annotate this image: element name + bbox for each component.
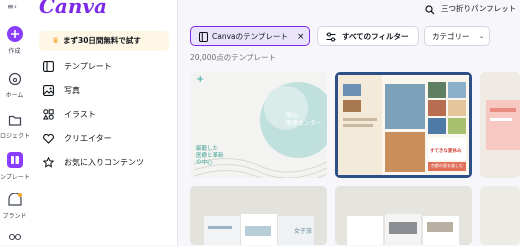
filter-icon <box>326 32 336 42</box>
rail-item-brand[interactable]: ブランド <box>0 192 29 220</box>
category-label: カテゴリー <box>432 32 470 41</box>
nav-item-creators[interactable]: クリエイター <box>39 130 169 148</box>
free-trial-button[interactable]: ♛ まず30日間無料で試す <box>39 31 169 51</box>
template-card-6[interactable] <box>480 186 520 245</box>
apps-icon <box>0 232 29 244</box>
creator-icon <box>43 133 54 144</box>
rail-label-home: ホーム <box>5 92 24 99</box>
canva-templates-chip-label: Canvaのテンプレート <box>212 32 288 41</box>
crown-icon: ♛ <box>52 36 60 45</box>
template-icon <box>0 152 29 170</box>
rail-label-brand: ブランド <box>2 213 27 220</box>
all-filters-button[interactable]: すべてのフィルター <box>317 26 419 46</box>
elements-icon <box>43 109 54 120</box>
rail-item-create[interactable]: 作成 <box>0 26 29 55</box>
nav-item-favorites[interactable]: お気に入りコンテンツ <box>39 154 169 172</box>
nav-label-templates: テンプレート <box>64 62 112 71</box>
rail-item-apps[interactable] <box>0 232 29 246</box>
card-tagline: 厳籠した 医療と革新 の中心 <box>196 146 224 166</box>
rail-item-templates[interactable]: ンプレート <box>0 152 30 181</box>
template-card-5[interactable] <box>335 186 472 245</box>
template-card-3[interactable] <box>480 72 520 178</box>
card-artwork <box>347 214 459 245</box>
brand-icon <box>0 192 29 209</box>
nav-item-templates[interactable]: テンプレート <box>39 58 169 76</box>
rail-label-templates: ンプレート <box>0 174 30 181</box>
search-bar[interactable]: 三つ折りパンフレット <box>417 0 520 20</box>
left-rail: ≡‹ 作成 ホーム ロジェクト ンプレート ブランド <box>0 0 30 245</box>
canva-templates-chip[interactable]: Canvaのテンプレート × <box>190 26 310 46</box>
template-icon <box>199 32 208 42</box>
nav-label-illustrations: イラスト <box>64 110 96 119</box>
rail-label-create: 作成 <box>8 48 21 55</box>
card-heading: すてきな夏休み <box>430 149 462 154</box>
folder-icon <box>0 114 29 129</box>
star-icon <box>43 157 54 168</box>
rail-item-home[interactable]: ホーム <box>0 72 29 99</box>
templates-panel: Canva ♛ まず30日間無料で試す テンプレート 写真 イラスト クリエイタ… <box>29 0 178 245</box>
all-filters-label: すべてのフィルター <box>342 32 409 41</box>
template-card-1[interactable]: + 高山 医療センター 厳籠した 医療と革新 の中心 <box>190 72 327 178</box>
chevron-down-icon: ⌄ <box>479 33 485 40</box>
template-card-4[interactable]: 女子旅 <box>190 186 327 245</box>
plus-icon <box>0 26 29 44</box>
close-icon[interactable]: × <box>297 27 305 47</box>
nav-label-favorites: お気に入りコンテンツ <box>64 158 144 167</box>
collapse-menu-button[interactable]: ≡‹ <box>7 2 17 11</box>
card-artwork <box>204 214 314 245</box>
nav-item-illustrations[interactable]: イラスト <box>39 106 169 124</box>
card-heading: 女子旅 <box>294 228 313 235</box>
card-artwork <box>486 100 520 150</box>
home-icon <box>0 72 29 88</box>
template-icon <box>43 61 54 72</box>
nav-label-photos: 写真 <box>64 86 80 95</box>
category-dropdown[interactable]: カテゴリー ⌄ <box>424 26 490 46</box>
template-card-2[interactable]: すてきな夏休み 京都の夏を楽しむ <box>335 72 472 178</box>
canva-logo[interactable]: Canva <box>39 0 107 18</box>
nav-label-creators: クリエイター <box>64 134 112 143</box>
results-count: 20,000点のテンプレート <box>190 53 277 62</box>
photo-icon <box>43 85 54 96</box>
plus-icon: + <box>196 74 205 85</box>
rail-item-projects[interactable]: ロジェクト <box>0 114 31 140</box>
search-icon <box>425 5 435 15</box>
search-query: 三つ折りパンフレット <box>441 4 517 13</box>
free-trial-label: まず30日間無料で試す <box>63 36 141 45</box>
rail-label-projects: ロジェクト <box>0 133 31 140</box>
card-banner: 京都の夏を楽しむ <box>431 163 463 168</box>
card-heading: 高山 医療センター <box>286 112 323 127</box>
nav-item-photos[interactable]: 写真 <box>39 82 169 100</box>
